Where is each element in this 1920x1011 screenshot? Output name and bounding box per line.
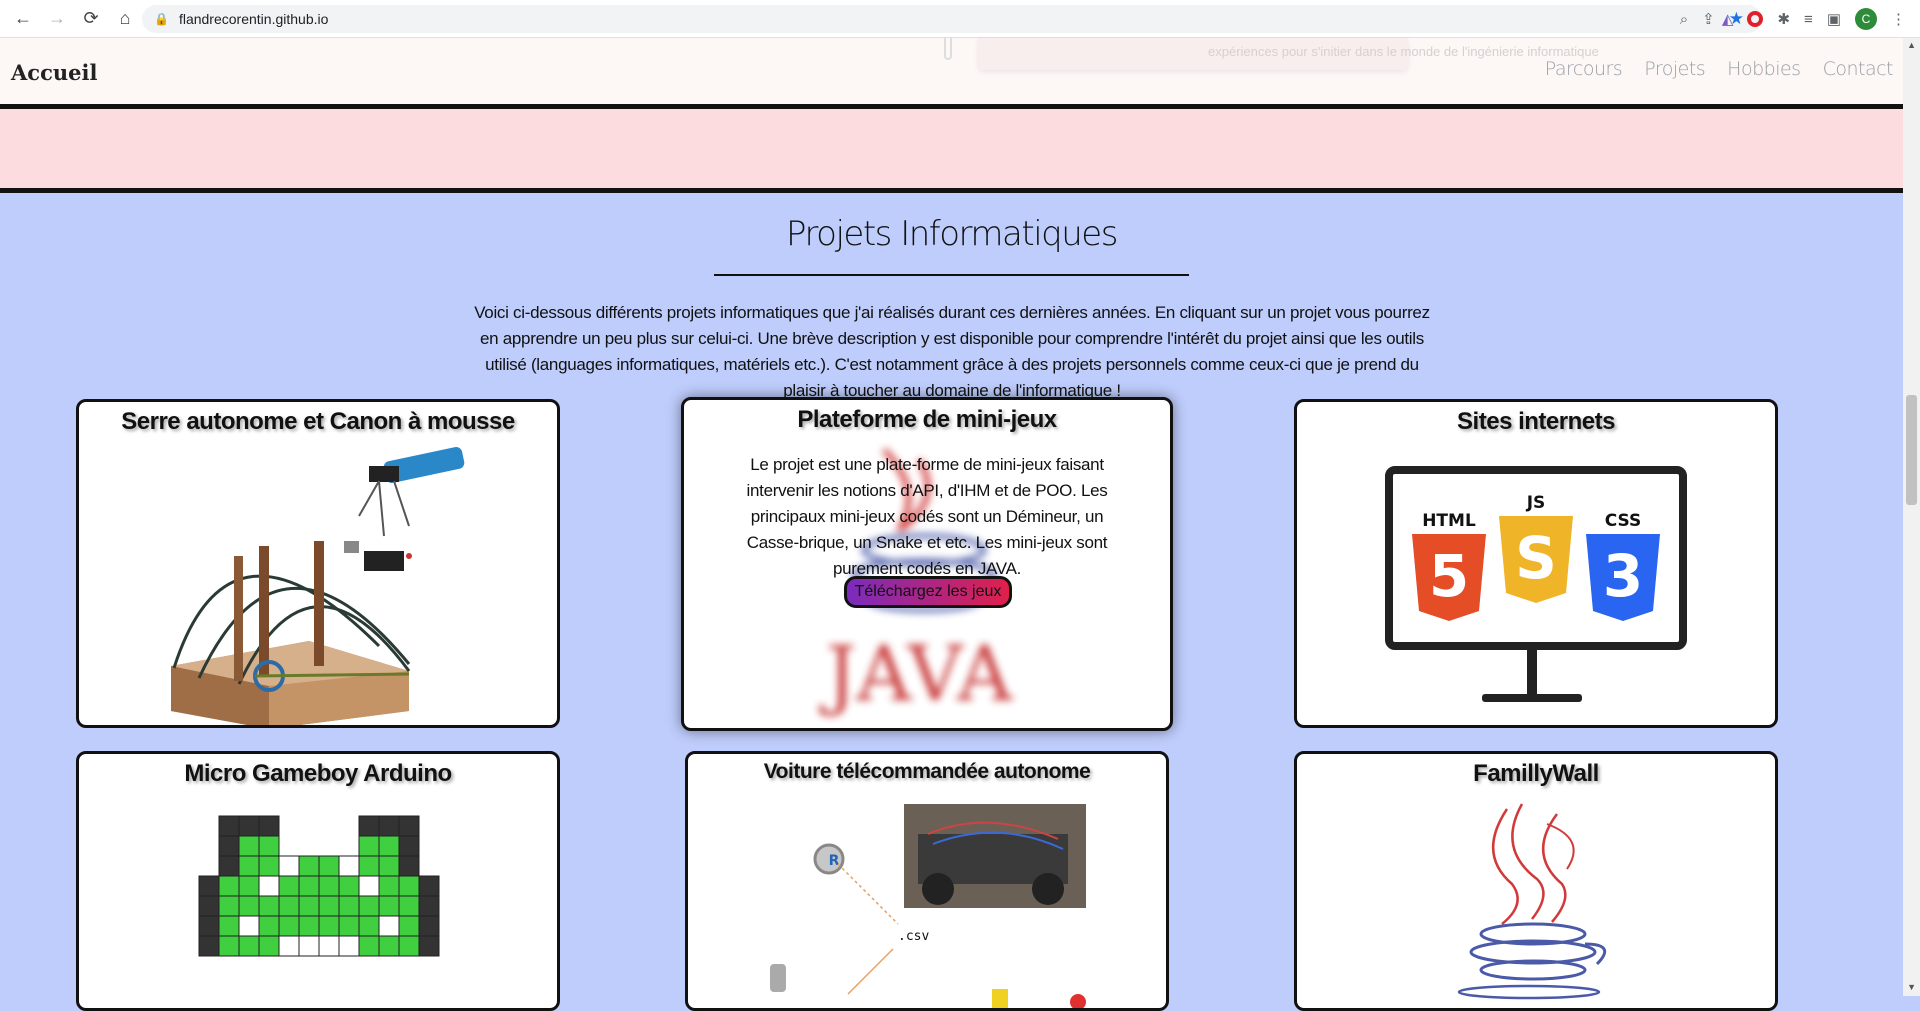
share-icon[interactable]: ⇪ — [1702, 10, 1715, 28]
card-title: Plateforme de mini-jeux — [797, 406, 1057, 433]
overlapping-text: expériences pour s'initier dans le monde… — [1208, 44, 1599, 59]
nav-hobbies[interactable]: Hobbies — [1727, 58, 1801, 80]
top-navigation: Parcours Projets Hobbies Contact — [1545, 58, 1894, 80]
project-card-minijeux[interactable]: JAVA Plateforme de mini-jeux Le projet e… — [681, 397, 1173, 731]
card-title: Voiture télécommandée autonome — [763, 760, 1091, 783]
section-intro: Voici ci-dessous différents projets info… — [474, 303, 1430, 400]
forward-arrow-icon[interactable]: → — [42, 4, 72, 34]
pixel-invader-image — [198, 815, 440, 957]
chart-extension-icon[interactable]: ◭ — [1722, 10, 1734, 28]
scroll-hint — [944, 38, 952, 60]
svg-text:.csv: .csv — [898, 929, 929, 944]
project-card-sites[interactable]: Sites internets HTML JS CSS 5 S 3 — [1294, 399, 1778, 728]
svg-text:S: S — [1515, 524, 1557, 592]
svg-text:HTML: HTML — [1422, 511, 1476, 531]
browser-toolbar: ← → ⟳ ⌂ 🔒 flandrecorentin.github.io ⌕ ⇪ … — [0, 0, 1920, 38]
pink-band — [0, 109, 1903, 188]
scrollbar-thumb[interactable] — [1906, 395, 1917, 505]
zoom-icon[interactable]: ⌕ — [1680, 11, 1688, 28]
svg-text:JS: JS — [1526, 493, 1546, 513]
card-title: Sites internets — [1457, 408, 1615, 435]
svg-text:R: R — [829, 853, 840, 869]
greenhouse-cannon-image — [171, 447, 465, 725]
project-card-voiture[interactable]: Voiture télécommandée autonome R .csv — [685, 751, 1169, 1011]
opera-extension-icon[interactable] — [1747, 11, 1764, 27]
scroll-up-arrow-icon[interactable]: ▲ — [1907, 40, 1916, 50]
overlapping-text-box: expériences pour s'initier dans le monde… — [978, 38, 1599, 70]
menu-kebab-icon[interactable]: ⋮ — [1891, 10, 1906, 28]
svg-text:CSS: CSS — [1605, 511, 1642, 531]
back-arrow-icon[interactable]: ← — [8, 4, 38, 34]
reading-list-icon[interactable]: ≡ — [1804, 11, 1813, 28]
project-card-serre[interactable]: Serre autonome et Canon à mousse — [76, 399, 560, 728]
site-header: Accueil expériences pour s'initier dans … — [0, 38, 1903, 104]
card-description: Le projet est une plate-forme de mini-je… — [746, 455, 1108, 578]
home-link[interactable]: Accueil — [11, 60, 97, 85]
lock-icon: 🔒 — [154, 12, 169, 26]
nav-projets[interactable]: Projets — [1644, 58, 1705, 80]
project-card-gameboy[interactable]: Micro Gameboy Arduino — [76, 751, 560, 1011]
rc-car-diagram-image: R .csv — [770, 804, 1086, 1008]
monitor-html-css-js-image: HTML JS CSS 5 S 3 — [1385, 466, 1687, 702]
title-underline — [714, 274, 1189, 276]
reload-icon[interactable]: ⟳ — [76, 4, 106, 34]
extensions-puzzle-icon[interactable]: ✱ — [1777, 10, 1790, 28]
profile-avatar[interactable]: C — [1855, 8, 1877, 30]
home-icon[interactable]: ⌂ — [110, 4, 140, 34]
card-title: Micro Gameboy Arduino — [184, 760, 452, 787]
card-title: FamillyWall — [1473, 760, 1599, 787]
java-logo-image — [1457, 803, 1607, 1000]
url-text[interactable]: flandrecorentin.github.io — [179, 11, 328, 27]
side-panel-icon[interactable]: ▣ — [1827, 10, 1841, 28]
download-games-button[interactable]: Téléchargez les jeux — [844, 576, 1012, 608]
address-bar[interactable]: 🔒 flandrecorentin.github.io ⌕ ⇪ ★ — [142, 5, 1762, 33]
project-card-familywall[interactable]: FamillyWall — [1294, 751, 1778, 1011]
nav-contact[interactable]: Contact — [1823, 58, 1894, 80]
section-title: Projets Informatiques — [786, 214, 1118, 254]
svg-text:3: 3 — [1603, 542, 1643, 610]
svg-text:5: 5 — [1429, 542, 1469, 610]
svg-text:JAVA: JAVA — [819, 629, 1013, 718]
card-title: Serre autonome et Canon à mousse — [121, 408, 515, 435]
page-scrollbar[interactable] — [1903, 38, 1920, 996]
nav-parcours[interactable]: Parcours — [1545, 58, 1623, 80]
scroll-down-arrow-icon[interactable]: ▼ — [1907, 982, 1916, 992]
divider-bottom — [0, 188, 1903, 193]
